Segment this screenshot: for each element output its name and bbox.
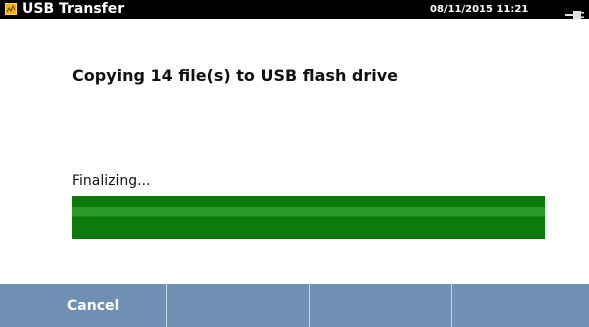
transfer-heading: Copying 14 file(s) to USB flash drive	[72, 66, 399, 85]
transfer-status: Finalizing...	[72, 173, 151, 189]
analyzer-app-icon	[5, 3, 17, 15]
softkey-bar: Cancel	[0, 284, 589, 327]
progress-bar	[72, 196, 545, 239]
date-time: 08/11/2015 11:21	[430, 4, 529, 15]
cancel-button[interactable]: Cancel	[0, 284, 167, 327]
usb-transfer-screen: USB Transfer 08/11/2015 11:21 Copying 14…	[0, 0, 589, 327]
window-title: USB Transfer	[22, 1, 125, 17]
title-bar: USB Transfer 08/11/2015 11:21	[0, 0, 589, 19]
softkey-2[interactable]	[167, 284, 310, 327]
progress-fill	[72, 196, 545, 239]
transfer-panel: Copying 14 file(s) to USB flash drive Fi…	[0, 19, 589, 284]
softkey-3[interactable]	[310, 284, 452, 327]
softkey-4[interactable]	[452, 284, 589, 327]
